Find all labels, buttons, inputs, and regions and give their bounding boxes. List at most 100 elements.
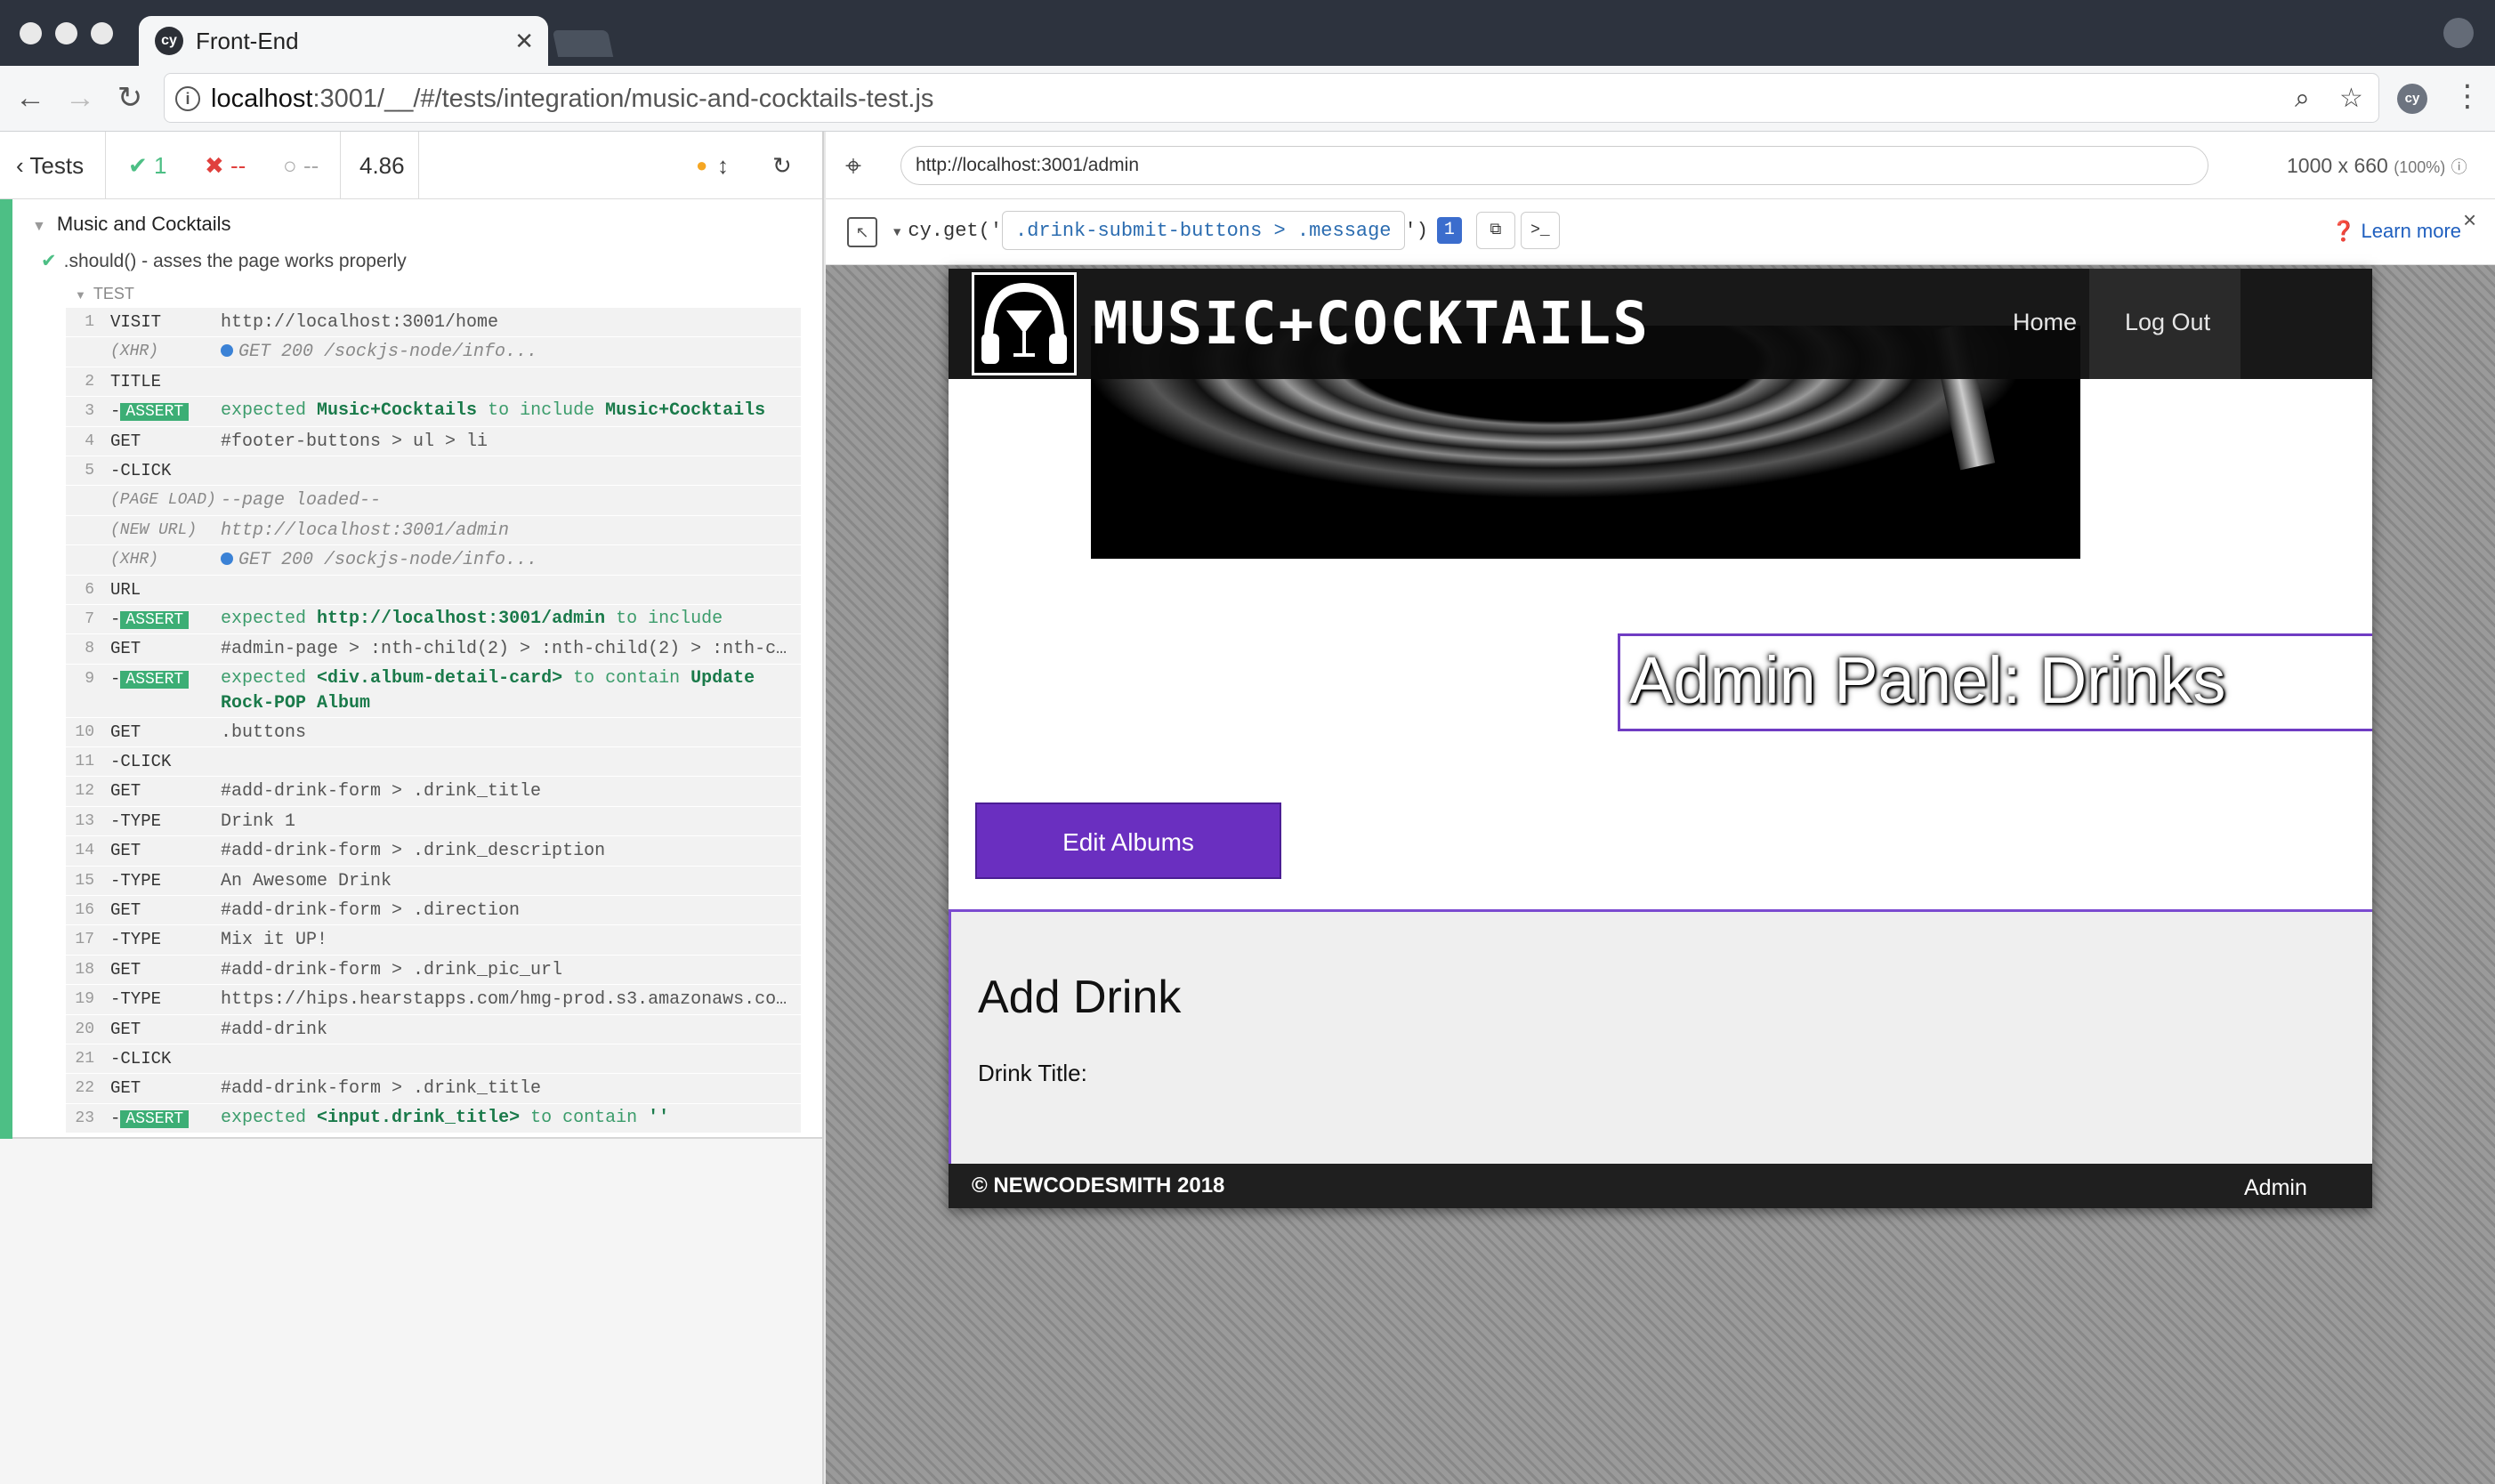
window-zoom-button[interactable] [91,22,113,44]
command-row[interactable]: 17 -TYPE Mix it UP! [66,925,801,956]
footer-admin-link[interactable]: Admin [2244,1173,2307,1203]
viewport-size: 1000 x 660 [2287,154,2388,177]
command-row[interactable]: 22 GET #add-drink-form > .drink_title [66,1074,801,1104]
command-number: 17 [75,931,94,949]
command-message: Drink 1 [221,807,797,835]
test-reporter: ‹ Tests ✔ 1 ✖ -- ○ -- 4.86 ● ↕ ↻ ▼ Music … [0,132,824,1484]
command-row[interactable]: 12 GET #add-drink-form > .drink_title [66,777,801,807]
command-message-text: GET 200 /sockjs-node/info... [238,342,538,363]
reload-icon[interactable]: ↻ [112,80,148,116]
command-row[interactable]: 7- ASSERT expected http://localhost:3001/a… [66,604,801,635]
command-row[interactable]: 6 URL [66,575,801,605]
command-row[interactable]: 18 GET #add-drink-form > .drink_pic_url [66,955,801,986]
command-number: 13 [75,811,94,830]
help-circle-icon: ❓ [2331,220,2356,242]
command-row[interactable]: (XHR) GET 200 /sockjs-node/info... [66,337,801,367]
print-console-icon[interactable]: >_ [1520,212,1560,250]
command-message-text: Drink 1 [221,811,296,832]
edit-albums-button[interactable]: Edit Albums [975,802,1281,879]
command-row[interactable]: (PAGE LOAD) --page loaded-- [66,486,801,516]
selector-prefix: cy.get(' [908,220,1003,242]
footer-copyright: © NEWCODESMITH 2018 [972,1173,1225,1198]
cypress-extension-icon[interactable]: cy [2397,84,2427,114]
command-message-text: #add-drink [221,1019,328,1040]
command-row[interactable]: 2 TITLE [66,367,801,398]
command-row[interactable]: (NEW URL) http://localhost:3001/admin [66,515,801,546]
command-row[interactable]: 19 -TYPE https://hips.hearstapps.com/hmg-p… [66,985,801,1015]
aut-url-field[interactable]: http://localhost:3001/admin [900,146,2208,185]
command-row[interactable]: (XHR) GET 200 /sockjs-node/info... [66,545,801,576]
method-caret-icon[interactable]: ▼ [893,226,900,240]
command-row[interactable]: 15 -TYPE An Awesome Drink [66,866,801,897]
headphones-cocktail-logo-icon[interactable] [972,272,1077,375]
site-info-icon[interactable]: i [175,86,200,111]
selector-input[interactable]: .drink-submit-buttons > .message [1002,211,1405,251]
command-message: #add-drink-form > .drink_description [221,836,797,865]
command-row[interactable]: 5 -CLICK [66,456,801,487]
passed-count[interactable]: ✔ 1 [128,132,166,199]
nav-home-link[interactable]: Home [2013,304,2077,340]
drink-title-label: Drink Title: [978,1060,1087,1086]
tests-button[interactable]: ‹ Tests [16,132,84,199]
profile-icon[interactable] [2443,18,2474,48]
close-playground-icon[interactable]: × [2463,206,2476,234]
site-footer: © NEWCODESMITH 2018 Admin [949,1164,2372,1208]
browser-menu-icon[interactable]: ⋮ [2452,77,2483,116]
address-bar[interactable]: i localhost:3001/__/#/tests/integration/… [164,73,2379,123]
assert-text: expected [221,1107,318,1128]
command-row[interactable]: 11 -CLICK [66,747,801,778]
info-circle-icon: ⓘ [2451,158,2467,176]
command-row[interactable]: 14 GET #add-drink-form > .drink_descriptio… [66,836,801,867]
selector-playground-crosshair-icon[interactable]: ⌖ [845,146,861,185]
command-message-text: https://hips.hearstapps.com/hmg-prod.s3.… [221,989,797,1011]
command-row[interactable]: 16 GET #add-drink-form > .direction [66,896,801,926]
command-row[interactable]: 13 -TYPE Drink 1 [66,806,801,837]
site-name[interactable]: MUSIC+COCKTAILS [1093,290,1650,358]
select-element-cursor-icon[interactable]: ↖ [847,217,877,247]
nav-logout-link[interactable]: Log Out [2125,304,2210,340]
aut-header: ⌖ http://localhost:3001/admin 1000 x 660… [826,132,2495,199]
back-arrow-icon[interactable]: ← [12,80,48,116]
command-name: URL [110,579,141,600]
pending-count[interactable]: ○ -- [283,132,319,199]
command-number: 11 [75,753,94,771]
tab-close-icon[interactable]: ✕ [514,27,534,55]
command-row[interactable]: 21 -CLICK [66,1044,801,1075]
command-number: 5 [85,461,94,480]
copy-icon[interactable]: ⧉ [1475,212,1515,250]
command-number: 1 [85,313,94,331]
command-row[interactable]: 10 GET .buttons [66,717,801,748]
command-name: (XHR) [110,343,159,361]
assert-value: Music+Cocktails [317,400,478,422]
forward-arrow-icon[interactable]: → [62,80,98,116]
command-name: -CLICK [110,752,172,772]
zoom-search-icon[interactable]: ⌕ [2295,83,2310,115]
browser-tab[interactable]: cy Front-End ✕ [139,16,548,66]
rerun-icon[interactable]: ↻ [772,132,792,199]
assert-text: expected [221,667,318,689]
command-row[interactable]: 4 GET #footer-buttons > ul > li [66,426,801,456]
command-row[interactable]: 9- ASSERT expected <div.album-detail-card>… [66,664,801,718]
auto-scroll-arrows-icon[interactable]: ↕ [717,132,729,199]
command-name: - ASSERT [110,665,190,695]
learn-more-link[interactable]: ❓ Learn more [2331,217,2461,246]
command-row[interactable]: 20 GET #add-drink [66,1014,801,1044]
test-title[interactable]: ✔ .should() - asses the page works proper… [41,249,407,274]
auto-scroll-dot-icon[interactable]: ● [696,132,707,199]
viewport-info[interactable]: 1000 x 660 (100%) ⓘ [2287,151,2467,181]
failed-count[interactable]: ✖ -- [205,132,246,199]
command-message-text: #add-drink-form > .drink_title [221,1078,542,1100]
command-row[interactable]: 1 VISIT http://localhost:3001/home [66,308,801,338]
bookmark-star-icon[interactable]: ☆ [2339,83,2363,115]
window-close-button[interactable] [20,22,42,44]
command-number: 4 [85,431,94,450]
new-tab-button[interactable] [552,30,614,57]
command-row[interactable]: 3- ASSERT expected Music+Cocktails to incl… [66,397,801,427]
command-number: 7 [85,609,94,628]
window-minimize-button[interactable] [55,22,77,44]
command-number: 20 [75,1020,94,1038]
command-row[interactable]: 23- ASSERT expected <input.drink_title> to… [66,1103,801,1134]
suite-title[interactable]: ▼ Music and Cocktails [32,212,230,239]
assert-value: http://localhost:3001/admin [317,608,606,629]
command-row[interactable]: 8 GET #admin-page > :nth-child(2) > :nth-c… [66,634,801,665]
